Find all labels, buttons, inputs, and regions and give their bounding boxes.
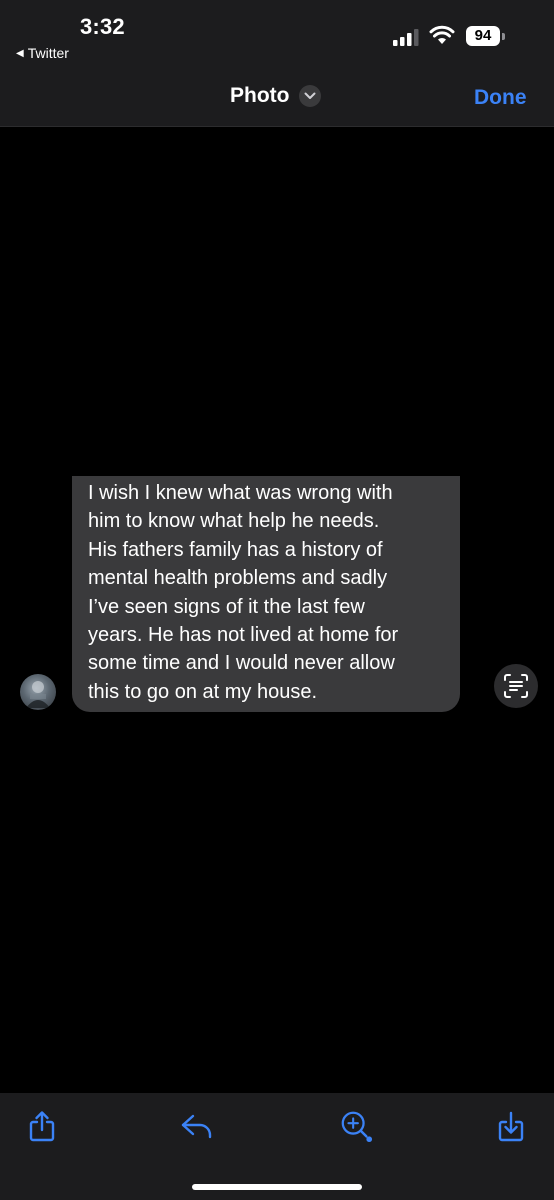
- share-icon: [29, 1111, 55, 1142]
- avatar-image: [26, 681, 50, 708]
- save-icon: [498, 1111, 524, 1142]
- page-title: Photo: [230, 84, 290, 107]
- signal-icon: [393, 29, 419, 46]
- status-bar: 3:32 ◀ Twitter 94: [0, 0, 554, 70]
- reply-icon: [181, 1114, 212, 1139]
- markup-button[interactable]: [339, 1109, 373, 1143]
- wifi-icon: [429, 25, 455, 44]
- live-text-icon: [504, 674, 528, 698]
- back-triangle-icon: ◀: [16, 47, 24, 59]
- markup-zoom-icon: [341, 1111, 373, 1143]
- back-app-label: Twitter: [27, 45, 69, 61]
- message-text: I wish I knew what was wrong with him to…: [88, 482, 399, 703]
- chevron-down-icon[interactable]: [299, 85, 322, 107]
- done-button[interactable]: Done: [474, 86, 527, 110]
- back-to-app-link[interactable]: ◀ Twitter: [16, 45, 69, 61]
- live-text-button[interactable]: [494, 664, 538, 708]
- save-button[interactable]: [494, 1109, 528, 1143]
- battery-icon: 94: [466, 26, 500, 46]
- battery-cap: [502, 33, 505, 40]
- share-button[interactable]: [25, 1109, 59, 1143]
- home-indicator[interactable]: [192, 1184, 362, 1190]
- status-time: 3:32: [80, 14, 125, 39]
- reply-button[interactable]: [180, 1109, 214, 1143]
- message-bubble: I wish I knew what was wrong with him to…: [72, 476, 460, 712]
- title-menu[interactable]: Photo: [230, 84, 322, 108]
- avatar: [20, 674, 56, 710]
- nav-bar: Photo Done: [0, 70, 554, 127]
